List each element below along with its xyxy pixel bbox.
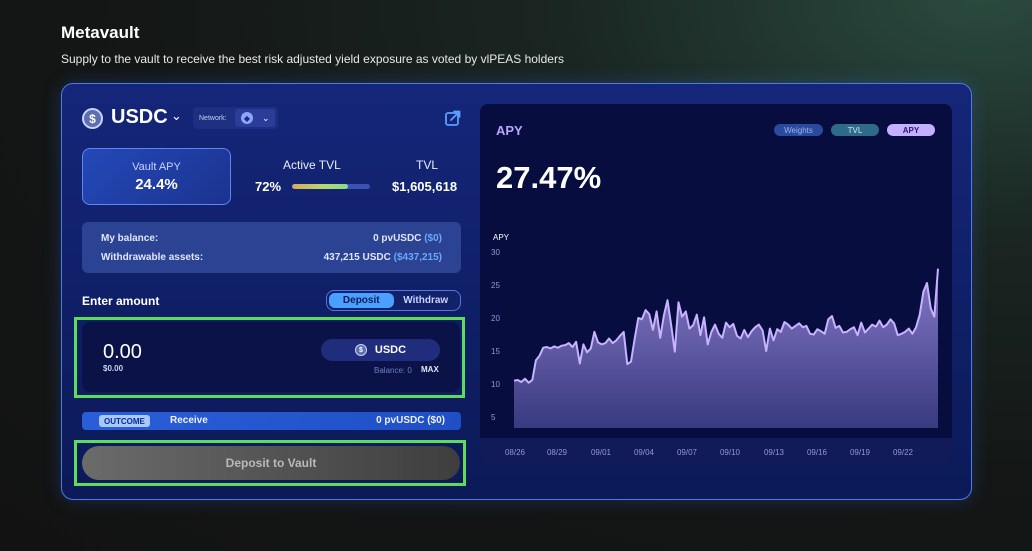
x-tick-label: 09/13 [764, 448, 785, 457]
y-axis-title: APY [493, 233, 510, 242]
network-dropdown[interactable]: ◆ ⌄ [235, 109, 275, 127]
tab-weights[interactable]: Weights [774, 124, 823, 136]
current-apy-value: 27.47% [496, 160, 602, 195]
tab-tvl[interactable]: TVL [831, 124, 879, 136]
chart-title: APY [496, 123, 523, 138]
outcome-bar: OUTCOME Receive 0 pvUSDC ($0) [82, 412, 461, 430]
tvl-label: TVL [416, 158, 439, 172]
x-tick-label: 09/04 [634, 448, 655, 457]
max-button[interactable]: MAX [421, 365, 439, 374]
amount-usd-value: $0.00 [103, 364, 124, 373]
amount-input-box[interactable]: 0.00 $0.00 $ USDC Balance: 0 MAX [82, 322, 460, 392]
x-tick-label: 09/22 [893, 448, 914, 457]
x-tick-label: 09/01 [591, 448, 612, 457]
y-tick-label: 10 [491, 380, 500, 389]
withdrawable-usd: ($437,215) [393, 252, 442, 263]
y-tick-label: 15 [491, 347, 500, 356]
y-tick-label: 20 [491, 314, 500, 323]
active-tvl-progress [292, 184, 370, 189]
deposit-to-vault-button[interactable]: Deposit to Vault [82, 446, 460, 480]
token-select-label: USDC [374, 344, 407, 356]
tvl-value: $1,605,618 [392, 179, 458, 194]
tab-deposit[interactable]: Deposit [329, 293, 394, 308]
deposit-withdraw-toggle: Deposit Withdraw [326, 290, 461, 311]
x-tick-label: 09/16 [807, 448, 828, 457]
x-tick-label: 09/19 [850, 448, 871, 457]
y-tick-label: 5 [491, 413, 496, 422]
x-tick-label: 08/29 [547, 448, 568, 457]
page-title: Metavault [61, 23, 140, 42]
active-tvl-label: Active TVL [283, 158, 341, 172]
share-icon[interactable] [444, 109, 462, 127]
usdc-coin-icon: $ [354, 344, 367, 356]
tab-apy[interactable]: APY [887, 124, 935, 136]
token-select-button[interactable]: $ USDC [321, 339, 440, 361]
outcome-badge: OUTCOME [99, 415, 150, 427]
my-balance-label: My balance: [101, 233, 159, 244]
apy-chart-panel: APY Weights TVL APY 27.47% APY 5 10 15 20 25 3… [480, 104, 952, 463]
ethereum-icon: ◆ [241, 112, 253, 124]
my-balance-value: 0 pvUSDC [373, 233, 422, 244]
y-tick-label: 30 [491, 248, 500, 257]
amount-input[interactable]: 0.00 [103, 341, 142, 364]
vault-apy-card: Vault APY 24.4% [82, 148, 231, 205]
usdc-coin-icon: $ [82, 108, 103, 129]
token-selector[interactable]: USDC [111, 106, 168, 129]
receive-value: 0 pvUSDC ($0) [376, 415, 445, 426]
receive-label: Receive [170, 415, 208, 426]
withdrawable-label: Withdrawable assets: [101, 252, 204, 263]
withdrawable-value: 437,215 USDC [323, 252, 391, 263]
x-tick-label: 09/10 [720, 448, 741, 457]
active-tvl-progress-fill [292, 184, 349, 189]
y-tick-label: 25 [491, 281, 500, 290]
x-tick-label: 08/26 [505, 448, 526, 457]
enter-amount-label: Enter amount [82, 294, 160, 308]
chevron-down-icon: ⌄ [262, 112, 270, 123]
balance-summary: My balance: 0 pvUSDC ($0) Withdrawable a… [82, 222, 461, 273]
my-balance-usd: ($0) [424, 233, 442, 244]
chevron-down-icon[interactable]: ⌄ [171, 108, 182, 124]
tab-withdraw[interactable]: Withdraw [394, 293, 459, 308]
balance-hint: Balance: 0 [374, 366, 412, 375]
x-tick-label: 09/07 [677, 448, 698, 457]
page-subtitle: Supply to the vault to receive the best … [61, 52, 564, 66]
vault-apy-label: Vault APY [132, 161, 181, 173]
active-tvl-percent: 72% [255, 179, 282, 194]
apy-area-chart: APY 5 10 15 20 25 30 08/26 08/29 09/01 09/04 09/07 0… [491, 233, 939, 457]
network-label: Network: [199, 114, 227, 122]
network-selector[interactable]: Network: ◆ ⌄ [193, 107, 278, 129]
vault-apy-value: 24.4% [135, 176, 178, 193]
